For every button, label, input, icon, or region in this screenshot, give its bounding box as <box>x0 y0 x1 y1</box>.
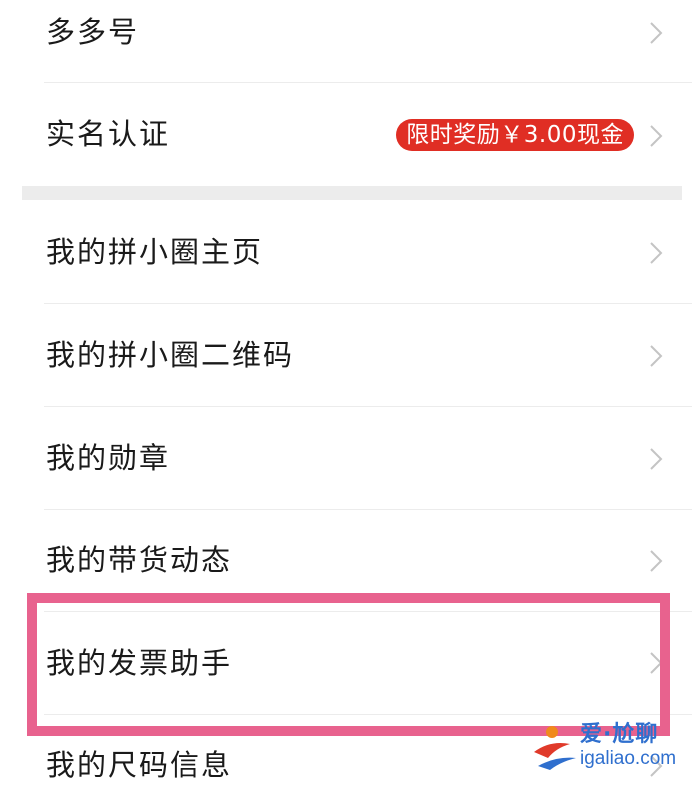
chevron-right-icon <box>650 125 663 147</box>
chevron-right-icon <box>650 22 663 44</box>
menu-item-label: 我的拼小圈二维码 <box>46 338 295 372</box>
watermark-url: igaliao.com <box>580 748 677 769</box>
menu-item-label: 实名认证 <box>46 117 171 151</box>
menu-item-circle-homepage[interactable]: 我的拼小圈主页 <box>0 200 692 304</box>
menu-item-real-name-verification[interactable]: 实名认证 限时奖励￥3.00现金 <box>0 83 692 186</box>
menu-item-label: 我的勋章 <box>46 441 171 475</box>
chevron-right-icon <box>650 448 663 470</box>
menu-item-label: 我的带货动态 <box>46 543 233 577</box>
watermark-logo-icon <box>534 726 576 770</box>
menu-item-sales-updates[interactable]: 我的带货动态 <box>0 510 692 612</box>
watermark: 爱·尬聊 igaliao.com <box>526 716 686 778</box>
chevron-right-icon <box>650 345 663 367</box>
menu-item-label: 多多号 <box>46 15 140 49</box>
menu-item-invoice-assistant[interactable]: 我的发票助手 <box>0 612 692 715</box>
reward-badge: 限时奖励￥3.00现金 <box>396 119 634 151</box>
menu-item-badges[interactable]: 我的勋章 <box>0 407 692 510</box>
watermark-title: 爱·尬聊 <box>580 722 659 747</box>
chevron-right-icon <box>650 242 663 264</box>
chevron-right-icon <box>650 652 663 674</box>
menu-item-label: 我的发票助手 <box>46 646 233 680</box>
menu-item-label: 我的尺码信息 <box>46 748 233 782</box>
section-separator <box>22 186 682 200</box>
menu-item-label: 我的拼小圈主页 <box>46 235 264 269</box>
menu-item-circle-qrcode[interactable]: 我的拼小圈二维码 <box>0 304 692 407</box>
settings-page: 多多号 实名认证 限时奖励￥3.00现金 我的拼小圈主页 我的拼小圈二维码 我的… <box>0 0 692 790</box>
chevron-right-icon <box>650 550 663 572</box>
menu-item-duoduo-id[interactable]: 多多号 <box>0 0 692 83</box>
